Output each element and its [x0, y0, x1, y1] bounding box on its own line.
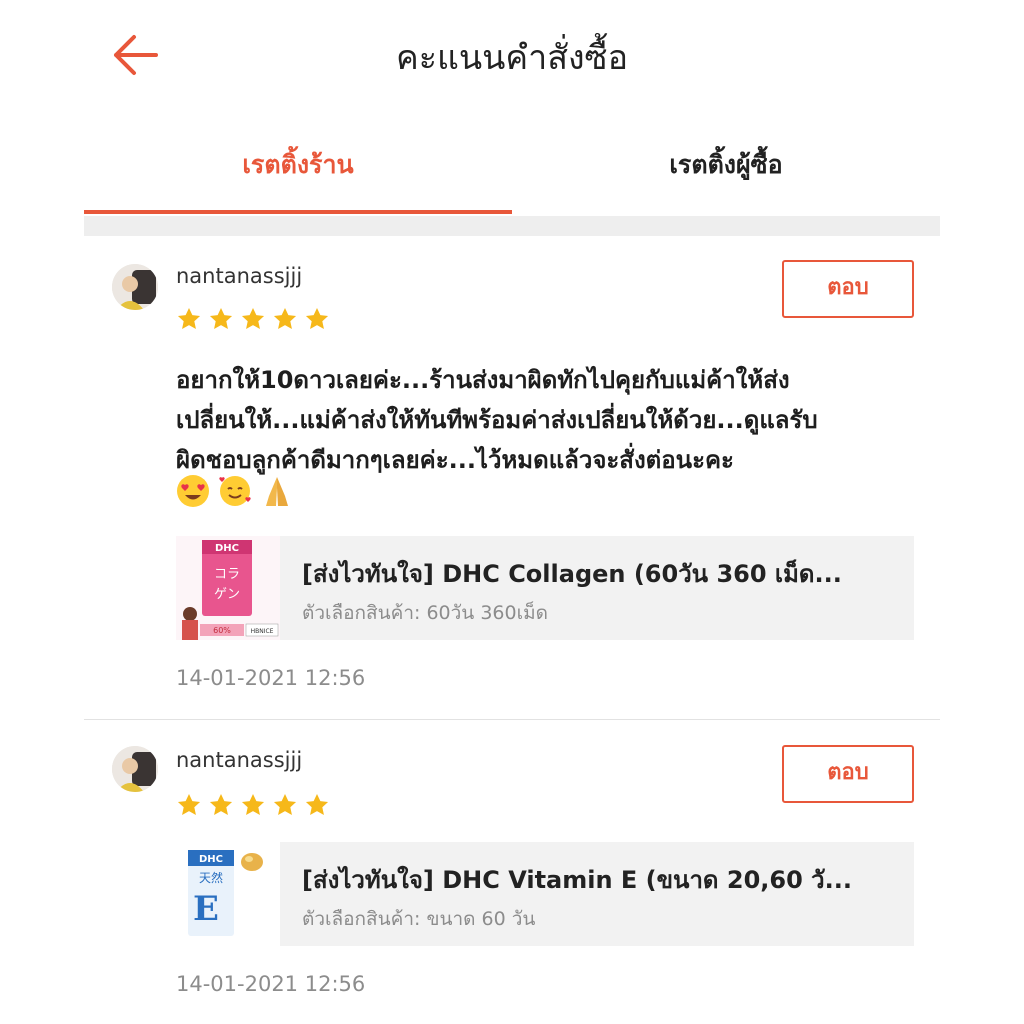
vitamin-e-product-image: DHC 天然 E	[176, 842, 280, 946]
tab-shop-rating[interactable]: เรตติ้งร้าน	[84, 130, 512, 214]
smiling-face-with-hearts-emoji-icon	[219, 476, 251, 506]
star-icon	[177, 307, 201, 329]
review-date: 14-01-2021 12:56	[176, 972, 366, 996]
user-avatar-icon	[112, 264, 158, 310]
review-text: อยากให้10ดาวเลยค่ะ...ร้านส่งมาผิดทักไปคุ…	[176, 360, 926, 480]
thumb-brand-text: DHC	[215, 543, 239, 554]
review-text-line: อยากให้10ดาวเลยค่ะ...ร้านส่งมาผิดทักไปคุ…	[176, 366, 790, 394]
star-icon	[273, 307, 297, 329]
thumb-letter-text: E	[193, 889, 219, 929]
rating-tabs: เรตติ้งร้าน เรตติ้งผู้ซื้อ	[84, 130, 940, 216]
review-emojis	[176, 474, 294, 508]
reviewer-username[interactable]: nantanassjjj	[176, 264, 302, 288]
thumb-label-text: ゲン	[214, 587, 240, 602]
star-icon	[305, 307, 329, 329]
star-icon	[241, 307, 265, 329]
product-title: [ส่งไวทันใจ] DHC Collagen (60วัน 360 เม็…	[302, 560, 842, 588]
star-icon	[209, 307, 233, 329]
thumb-shop-text: HBNICE	[251, 628, 274, 635]
star-icon	[305, 793, 329, 815]
avatar[interactable]	[112, 264, 158, 310]
product-thumbnail: DHC 天然 E	[176, 842, 280, 946]
page-title: คะแนนคำสั่งซื้อ	[395, 38, 629, 78]
product-thumbnail: DHC コラ ゲン 60% HBNICE	[176, 536, 280, 640]
star-icon	[241, 793, 265, 815]
star-icon	[177, 793, 201, 815]
star-rating	[176, 306, 330, 332]
review-text-line: เปลี่ยนให้...แม่ค้าส่งให้ทันทีพร้อมค่าส่…	[176, 406, 818, 434]
star-rating	[176, 792, 330, 818]
active-tab-indicator	[84, 210, 512, 214]
review-card: nantanassjjj ตอบ อยากให้10ดาวเลยค่ะ...ร้…	[84, 236, 940, 719]
heart-eyes-emoji-icon	[177, 475, 209, 507]
reviewer-username[interactable]: nantanassjjj	[176, 748, 302, 772]
thumb-percent-text: 60%	[213, 626, 231, 635]
review-card: nantanassjjj ตอบ DHC 天然 E [ส่งไวทันใจ] D…	[84, 720, 940, 1024]
product-option: ตัวเลือกสินค้า: ขนาด 60 วัน	[302, 908, 536, 930]
star-icon	[209, 793, 233, 815]
avatar[interactable]	[112, 746, 158, 792]
thumb-label-text: 天然	[199, 870, 223, 885]
tab-buyer-rating[interactable]: เรตติ้งผู้ซื้อ	[512, 130, 940, 214]
reply-button[interactable]: ตอบ	[782, 260, 914, 318]
folded-hands-emoji-icon	[266, 477, 288, 506]
product-title: [ส่งไวทันใจ] DHC Vitamin E (ขนาด 20,60 ว…	[302, 866, 852, 894]
product-option: ตัวเลือกสินค้า: 60วัน 360เม็ด	[302, 602, 548, 624]
product-card[interactable]: DHC 天然 E [ส่งไวทันใจ] DHC Vitamin E (ขนา…	[176, 842, 914, 946]
review-date: 14-01-2021 12:56	[176, 666, 366, 690]
user-avatar-icon	[112, 746, 158, 792]
thumb-label-text: コラ	[214, 567, 240, 582]
collagen-product-image: DHC コラ ゲン 60% HBNICE	[176, 536, 280, 640]
section-divider	[84, 216, 940, 236]
star-icon	[273, 793, 297, 815]
thumb-brand-text: DHC	[199, 854, 223, 865]
product-card[interactable]: DHC コラ ゲン 60% HBNICE [ส่งไวทันใจ] DHC Co…	[176, 536, 914, 640]
reply-button[interactable]: ตอบ	[782, 745, 914, 803]
